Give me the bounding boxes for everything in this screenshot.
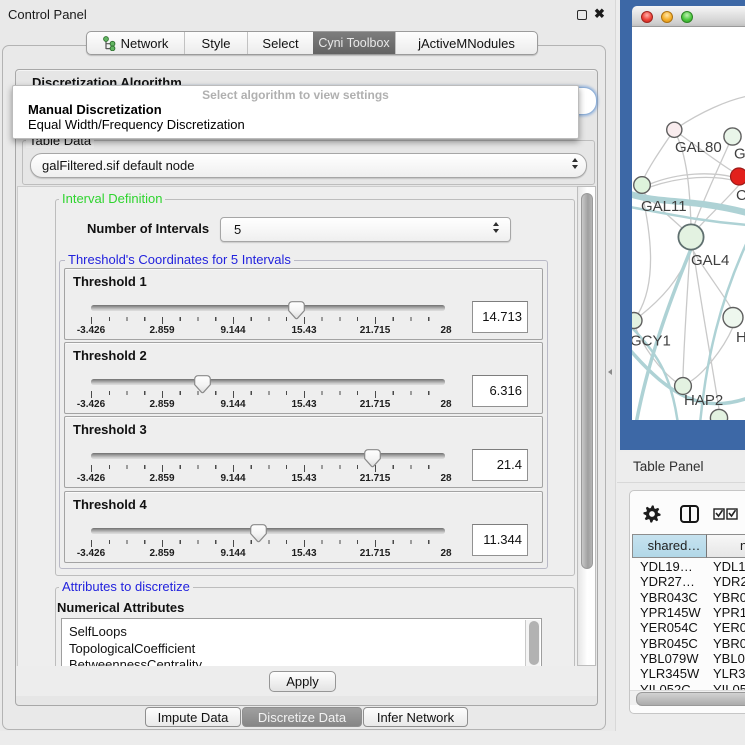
- svg-text:GAL11: GAL11: [641, 198, 687, 215]
- svg-text:HI: HI: [736, 329, 745, 346]
- svg-text:GAL4: GAL4: [691, 252, 729, 269]
- svg-text:GAL7: GAL7: [734, 146, 745, 163]
- svg-text:HAP2: HAP2: [684, 392, 723, 409]
- svg-text:CD: CD: [736, 187, 745, 204]
- svg-text:GCY1: GCY1: [632, 333, 671, 350]
- svg-text:GAL80: GAL80: [675, 139, 722, 156]
